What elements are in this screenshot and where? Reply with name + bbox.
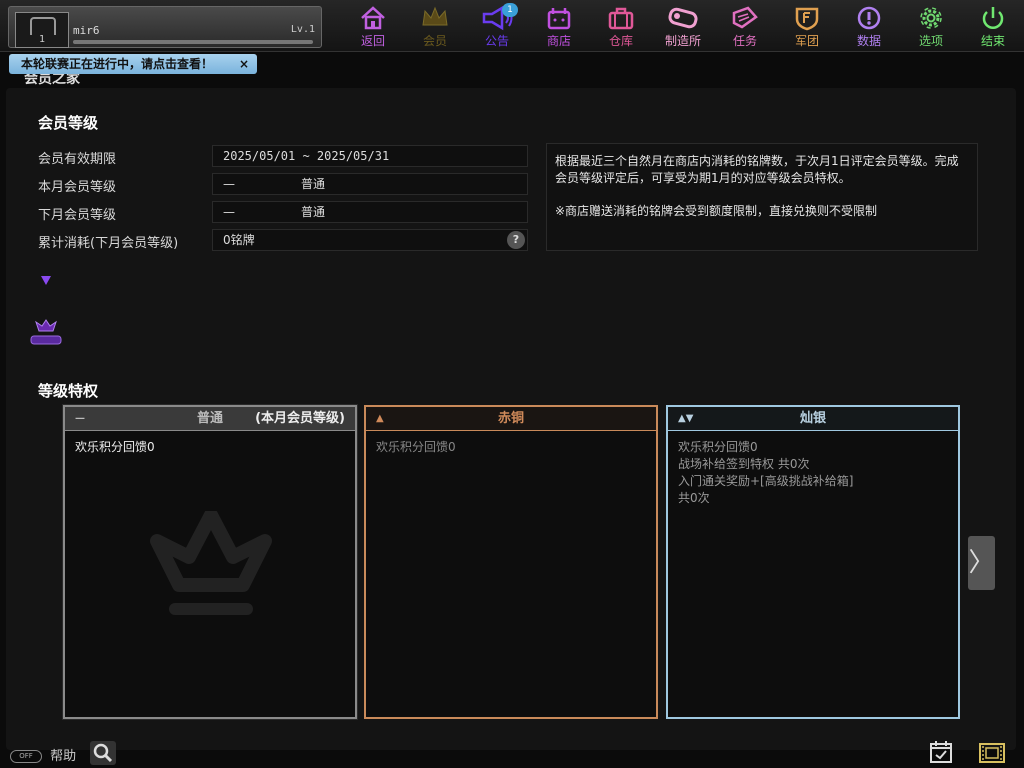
nav-data[interactable]: 数据	[838, 2, 900, 50]
help-toggle[interactable]: OFF 帮助	[10, 745, 76, 764]
nav-exit[interactable]: 结束	[962, 2, 1024, 50]
nav-options[interactable]: 选项	[900, 2, 962, 50]
membership-description: 根据最近三个自然月在商店内消耗的铭牌数，于次月1日评定会员等级。完成会员等级评定…	[546, 143, 978, 251]
current-grade-value: — 普通	[212, 173, 528, 195]
help-icon[interactable]: ?	[507, 231, 525, 249]
helmet-icon	[30, 17, 56, 35]
quest-icon	[732, 6, 758, 29]
next-page-button[interactable]: 〉	[968, 536, 995, 590]
home-icon	[361, 6, 385, 30]
consumption-text: 0铭牌	[223, 233, 255, 247]
film-icon[interactable]	[978, 742, 1006, 764]
privilege-card-copper[interactable]: ▲ 赤铜 欢乐积分回馈0	[364, 405, 658, 719]
membership-section-title: 会员等级	[38, 114, 99, 132]
info-icon	[857, 6, 881, 30]
nav-workshop[interactable]: 制造所	[652, 2, 714, 50]
wrench-icon	[668, 7, 698, 29]
player-card[interactable]: 1 mir6 Lv.1	[8, 6, 322, 48]
perk-item: 欢乐积分回馈0	[678, 440, 758, 454]
privilege-card-normal[interactable]: — 普通 (本月会员等级) 欢乐积分回馈0	[62, 404, 358, 720]
nav-label: 公告	[484, 34, 509, 48]
perk-item: 共0次	[678, 491, 710, 505]
perk-list: 欢乐积分回馈0	[75, 439, 345, 456]
xp-bar	[73, 40, 313, 44]
notification-badge: 1	[502, 3, 518, 17]
emblem-icon	[30, 319, 62, 345]
help-label: 帮助	[50, 749, 77, 764]
description-note: ※商店赠送消耗的铭牌会受到额度限制，直接兑换则不受限制	[555, 204, 878, 218]
consumption-label: 累计消耗(下月会员等级)	[38, 236, 179, 251]
bag-icon	[608, 7, 634, 30]
nav-announcement[interactable]: 1 公告	[466, 2, 528, 50]
avatar-level: 1	[38, 34, 46, 45]
current-tag: (本月会员等级)	[255, 411, 345, 426]
calendar-check-icon[interactable]	[928, 740, 954, 764]
privilege-card-silver[interactable]: ▲▼ 灿银 欢乐积分回馈0 战场补给签到特权 共0次 入门通关奖励+[高级挑战补…	[666, 405, 960, 719]
nav-legion[interactable]: 军团	[776, 2, 838, 50]
league-banner[interactable]: 本轮联赛正在进行中，请点击查看！ ×	[9, 54, 257, 74]
banner-text: 本轮联赛正在进行中，请点击查看！	[21, 57, 214, 71]
next-grade-value: — 普通	[212, 201, 528, 223]
crown-watermark-icon	[150, 511, 272, 615]
card-header: ▲ 赤铜	[366, 407, 656, 431]
nav-label: 商店	[546, 34, 571, 48]
search-button[interactable]	[90, 741, 116, 765]
current-grade-text: 普通	[301, 177, 326, 191]
nav-warehouse[interactable]: 仓库	[590, 2, 652, 50]
gear-icon	[920, 7, 942, 29]
crown-icon	[422, 6, 448, 26]
nav-membership[interactable]: 会员	[404, 2, 466, 50]
validity-text: 2025/05/01 ~ 2025/05/31	[223, 149, 390, 163]
next-grade-label: 下月会员等级	[38, 208, 117, 223]
toggle-switch[interactable]: OFF	[10, 750, 42, 763]
nav-label: 军团	[794, 34, 819, 48]
next-grade-text: 普通	[301, 205, 326, 219]
card-header: — 普通 (本月会员等级)	[65, 407, 355, 431]
perk-item: 欢乐积分回馈0	[75, 440, 155, 454]
perk-item: 欢乐积分回馈0	[376, 440, 456, 454]
expand-arrow-icon[interactable]	[41, 276, 51, 285]
privilege-section-title: 等级特权	[38, 382, 99, 400]
power-icon	[982, 7, 1004, 29]
nav-label: 仓库	[608, 34, 633, 48]
grade-name: 赤铜	[497, 411, 524, 426]
legion-icon	[795, 7, 819, 31]
nav-label: 数据	[856, 34, 881, 48]
grade-name: 灿银	[799, 411, 826, 426]
perk-list: 欢乐积分回馈0 战场补给签到特权 共0次 入门通关奖励+[高级挑战补给箱] 共0…	[678, 439, 948, 507]
player-name: mir6	[73, 24, 100, 37]
card-header: ▲▼ 灿银	[668, 407, 958, 431]
consumption-value: 0铭牌 ?	[212, 229, 528, 251]
validity-label: 会员有效期限	[38, 152, 117, 167]
nav-label: 结束	[980, 34, 1005, 48]
nav-label: 会员	[422, 34, 447, 48]
nav-back[interactable]: 返回	[342, 2, 404, 50]
close-icon[interactable]: ×	[239, 54, 249, 74]
top-bar: 1 mir6 Lv.1 返回 会员 1 公告 商店 仓库 制造所 任务 军团 数…	[0, 0, 1024, 52]
player-level: Lv.1	[290, 24, 315, 35]
perk-list: 欢乐积分回馈0	[376, 439, 646, 456]
nav-quest[interactable]: 任务	[714, 2, 776, 50]
shop-icon	[547, 8, 571, 30]
perk-item: 入门通关奖励+[高级挑战补给箱]	[678, 474, 854, 488]
nav-shop[interactable]: 商店	[528, 2, 590, 50]
nav-label: 返回	[360, 34, 385, 48]
validity-value: 2025/05/01 ~ 2025/05/31	[212, 145, 528, 167]
grade-icon: —	[223, 205, 235, 219]
nav-label: 选项	[918, 34, 943, 48]
nav-label: 制造所	[664, 34, 701, 48]
search-icon	[93, 743, 113, 763]
perk-item: 战场补给签到特权 共0次	[678, 457, 810, 471]
nav-label: 任务	[732, 34, 757, 48]
grade-icon: —	[223, 177, 235, 191]
current-grade-label: 本月会员等级	[38, 180, 117, 195]
avatar: 1	[15, 12, 69, 48]
description-text: 根据最近三个自然月在商店内消耗的铭牌数，于次月1日评定会员等级。完成会员等级评定…	[555, 154, 959, 185]
